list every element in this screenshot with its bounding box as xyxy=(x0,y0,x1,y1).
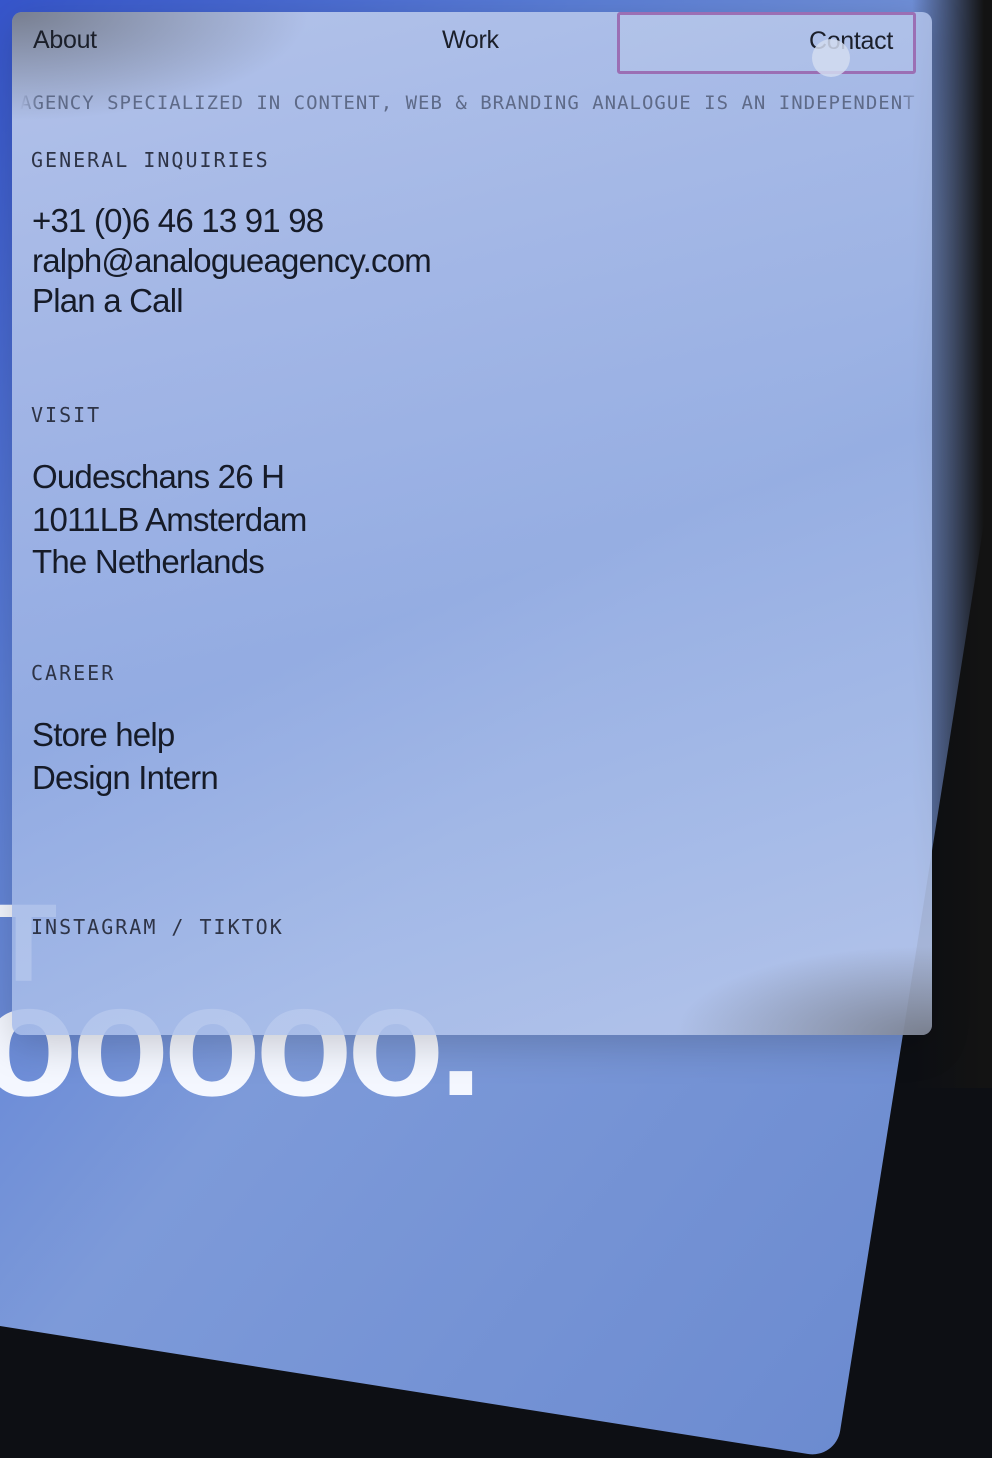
contact-panel: About Work Contact AGENCY SPECIALIZED IN… xyxy=(12,12,932,1035)
marquee-ticker: AGENCY SPECIALIZED IN CONTENT, WEB & BRA… xyxy=(20,92,924,114)
blurred-background-text xyxy=(32,842,50,916)
address-street: Oudeschans 26 H xyxy=(32,458,285,495)
career-design-intern-link[interactable]: Design Intern xyxy=(32,759,219,797)
general-inquiries-heading: GENERAL INQUIRIES xyxy=(31,148,270,172)
career-heading: CAREER xyxy=(31,661,116,685)
career-store-help-link[interactable]: Store help xyxy=(32,716,175,754)
visit-heading: VISIT xyxy=(31,403,102,427)
address-country: The Netherlands xyxy=(32,543,265,580)
social-links[interactable]: INSTAGRAM / TIKTOK xyxy=(31,915,284,939)
nav-work-link[interactable]: Work xyxy=(442,26,499,55)
phone-link[interactable]: +31 (0)6 46 13 91 98 xyxy=(32,202,324,240)
top-navigation: About Work Contact xyxy=(12,12,932,74)
cursor-indicator xyxy=(812,39,850,77)
address-city: 1011LB Amsterdam xyxy=(32,501,307,538)
nav-about-link[interactable]: About xyxy=(33,26,97,55)
marquee-text: AGENCY SPECIALIZED IN CONTENT, WEB & BRA… xyxy=(20,92,916,114)
email-link[interactable]: ralph@analogueagency.com xyxy=(32,242,432,280)
plan-a-call-link[interactable]: Plan a Call xyxy=(32,282,184,320)
nav-contact-button[interactable]: Contact xyxy=(617,12,916,74)
